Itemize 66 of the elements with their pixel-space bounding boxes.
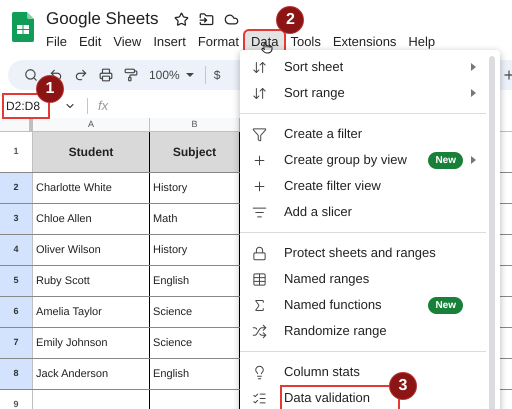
menu-option[interactable]: Named ranges xyxy=(282,268,372,290)
row-number[interactable]: 4 xyxy=(0,235,33,265)
callout-number: 3 xyxy=(389,372,417,400)
row-number[interactable]: 6 xyxy=(0,297,33,327)
menu-option[interactable]: Named functions xyxy=(282,294,384,316)
select-all-corner[interactable] xyxy=(0,118,33,131)
print-icon[interactable] xyxy=(99,68,113,82)
column-header[interactable]: B xyxy=(150,118,240,131)
menu-item[interactable]: File xyxy=(40,30,73,53)
paint-roller-icon[interactable] xyxy=(124,68,138,82)
menu-item[interactable]: Edit xyxy=(72,30,108,53)
row-number[interactable]: 5 xyxy=(0,266,33,296)
new-badge: New xyxy=(428,296,463,314)
row-number[interactable]: 2 xyxy=(0,173,33,203)
sort-icon xyxy=(252,60,267,74)
redo-icon[interactable] xyxy=(74,68,88,82)
menu-item[interactable]: Insert xyxy=(147,30,192,53)
plus-icon xyxy=(252,152,267,168)
caret-icon xyxy=(186,73,194,77)
lock-icon xyxy=(252,246,267,260)
cloud-icon[interactable] xyxy=(224,12,240,26)
table-cell: Oliver Wilson xyxy=(33,235,150,265)
document-title[interactable]: Google Sheets xyxy=(46,10,158,28)
plus-icon xyxy=(252,178,267,194)
menu-option[interactable]: Sort sheet xyxy=(282,56,346,78)
menu-option[interactable]: Column stats xyxy=(282,361,362,383)
table-cell: Ruby Scott xyxy=(33,266,150,296)
row-number[interactable]: 8 xyxy=(0,359,33,389)
menu-option[interactable]: Create group by view xyxy=(282,149,409,171)
row-number[interactable]: 3 xyxy=(0,204,33,234)
filter-icon xyxy=(252,126,267,142)
checklist-icon xyxy=(252,390,267,406)
menu-item[interactable]: Format xyxy=(192,30,245,53)
menu-option[interactable]: Create a filter xyxy=(282,123,364,145)
menu-option[interactable]: Add a slicer xyxy=(282,201,354,223)
currency-button[interactable]: $ xyxy=(214,66,220,84)
column-header[interactable]: A xyxy=(33,118,150,131)
callout-number: 1 xyxy=(36,75,64,103)
lines-icon xyxy=(252,204,267,220)
search-icon[interactable] xyxy=(24,68,38,82)
fx-label: fx xyxy=(98,97,108,116)
table-cell: Amelia Taylor xyxy=(33,297,150,327)
new-badge: New xyxy=(428,152,463,168)
table-cell: Chloe Allen xyxy=(33,204,150,234)
sheets-logo-icon[interactable] xyxy=(12,12,34,42)
table-cell: Charlotte White xyxy=(33,173,150,203)
table-cell: Emily Johnson xyxy=(33,328,150,358)
menu-item[interactable]: Help xyxy=(402,30,442,53)
header-cell: Subject xyxy=(150,132,240,172)
table-cell: Jack Anderson xyxy=(33,359,150,389)
zoom-select[interactable]: 100% xyxy=(149,66,194,84)
menu-item[interactable]: Extensions xyxy=(326,30,402,53)
menu-option[interactable]: Sort range xyxy=(282,82,347,104)
shuffle-icon xyxy=(252,324,267,338)
plus-icon[interactable] xyxy=(502,68,512,82)
folder-icon[interactable] xyxy=(199,12,214,26)
menu-option[interactable]: Create filter view xyxy=(282,175,383,197)
sort-icon xyxy=(252,86,267,100)
menu-option[interactable]: Protect sheets and ranges xyxy=(282,242,438,264)
table-icon xyxy=(252,272,267,286)
menu-option[interactable]: Randomize range xyxy=(282,320,389,342)
star-icon[interactable] xyxy=(174,12,190,26)
row-number[interactable]: 7 xyxy=(0,328,33,358)
callout-number: 2 xyxy=(276,6,304,34)
menu-item[interactable]: View xyxy=(107,30,148,53)
header-cell: Student xyxy=(33,132,150,172)
